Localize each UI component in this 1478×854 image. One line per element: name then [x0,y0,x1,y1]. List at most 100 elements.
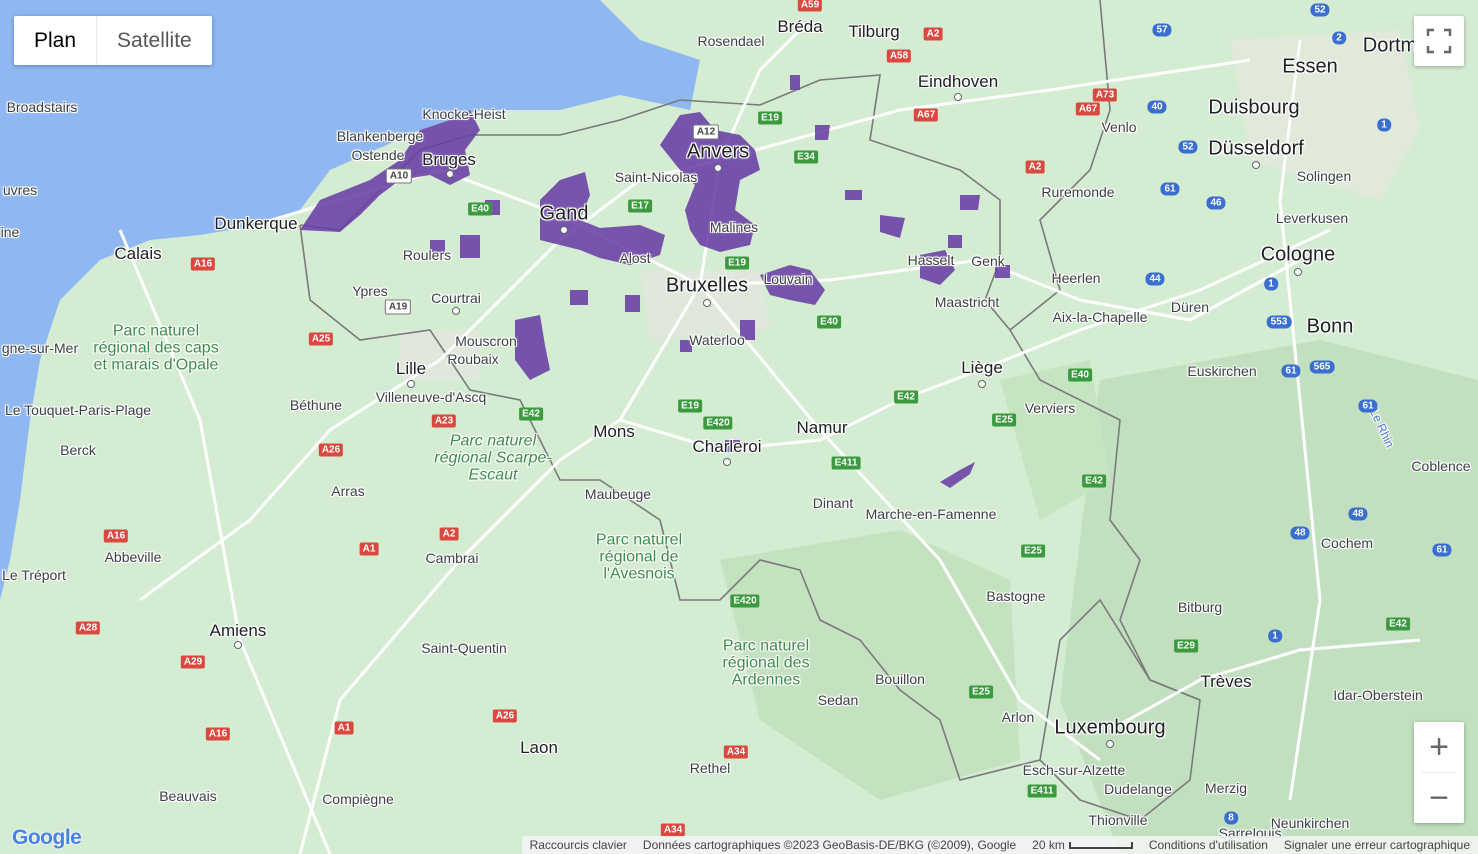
city-label: Heerlen [1051,270,1101,286]
city-label: Eindhoven [917,72,999,91]
road-shield: A25 [308,332,334,346]
city-label: Villeneuve-d'Ascq [375,389,487,405]
map-data-attribution: Données cartographiques ©2023 GeoBasis-D… [642,838,1017,852]
report-error-link[interactable]: Signaler une erreur cartographique [1276,836,1478,854]
road-shield: 57 [1152,23,1172,37]
city-label: Marche-en-Famenne [865,506,997,522]
road-shield: A29 [180,655,206,669]
road-shield: A16 [190,257,216,271]
road-shield: E19 [725,256,749,270]
city-label: Sedan [817,692,859,708]
zoom-control: + − [1414,722,1464,823]
fullscreen-button[interactable] [1414,16,1464,66]
city-label: Gand [539,202,589,225]
road-shield: A58 [886,49,912,63]
city-label: Thionville [1088,812,1148,828]
city-dot [1252,161,1260,169]
city-label: Broadstairs [6,99,78,115]
city-dot [560,226,568,234]
terms-link[interactable]: Conditions d'utilisation [1141,836,1276,854]
city-label: Düsseldorf [1208,137,1304,160]
road-shield: 565 [1309,360,1335,374]
city-label: Bréda [777,17,823,36]
road-shield: A16 [103,529,129,543]
coverage-area [960,195,980,210]
road-shield: A73 [1092,88,1118,102]
city-label: Anvers [686,140,750,163]
city-label: Dinant [812,495,854,511]
map-type-plan-button[interactable]: Plan [14,16,98,65]
city-label: Aix-la-Chapelle [1052,309,1148,325]
city-label: Luxembourg [1054,716,1166,739]
city-dot [407,380,415,388]
road-shield: A67 [913,108,939,122]
city-label: Rethel [689,760,731,776]
map-canvas[interactable] [0,0,1478,854]
city-label: Dudelange [1104,781,1172,797]
road-shield: E42 [519,407,543,421]
scale-bar[interactable]: 20 km [1024,836,1141,854]
road-shield: 61 [1160,182,1180,196]
city-label: Roulers [402,247,452,263]
city-label: Verviers [1024,400,1076,416]
road-shield: E420 [703,416,733,430]
city-label: Malines [709,219,759,235]
city-label: Maubeuge [584,486,652,502]
road-shield: E420 [730,594,760,608]
road-shield: 61 [1358,399,1378,413]
coverage-area [845,190,862,200]
road-shield: 8 [1224,811,1238,825]
city-label: Saint-Quentin [421,640,507,656]
city-label: Louvain [763,271,813,287]
map-type-control: Plan Satellite [14,16,212,65]
city-label: Arlon [1001,709,1035,725]
coverage-area [948,235,962,248]
city-label: Dortm [1362,34,1418,57]
road-shield: 1 [1268,629,1282,643]
capital-dot [703,299,711,307]
city-label: Mouscron [455,333,517,349]
city-label: Saint-Nicolas [614,169,698,185]
city-label: Bruges [422,150,476,169]
park-label: Parc naturel régional de l'Avesnois [595,531,683,583]
road-shield: E40 [1068,368,1092,382]
city-label: Knocke-Heist [422,106,506,122]
city-label: Venlo [1101,119,1137,135]
zoom-in-button[interactable]: + [1414,722,1464,772]
city-label: Bouillon [875,671,925,687]
coverage-area [460,235,480,258]
city-label: Roubaix [447,351,499,367]
plus-icon: + [1429,728,1449,766]
city-label: Arras [331,483,365,499]
city-label: Alost [619,250,651,266]
road-shield: A2 [923,27,943,41]
road-shield: E19 [678,399,702,413]
road-shield: E34 [794,150,818,164]
map-footer: Raccourcis clavier Données cartographiqu… [521,836,1478,854]
city-label: Calais [114,244,162,263]
minus-icon: − [1429,779,1449,817]
road-shield: E42 [1386,617,1410,631]
city-label: Cologne [1260,243,1336,266]
city-dot [234,641,242,649]
google-logo[interactable]: Google [12,826,82,850]
city-label: Le Tréport [2,567,66,583]
city-label: Compiègne [322,791,394,807]
google-logo-text: Google [12,826,82,849]
road-shield: E411 [831,456,861,470]
zoom-out-button[interactable]: − [1414,773,1464,823]
city-label: Bruxelles [665,274,749,297]
road-shield: E25 [969,685,993,699]
road-shield: 553 [1266,315,1292,329]
road-shield: A2 [439,527,459,541]
city-label: Bastogne [986,588,1046,604]
road-shield: 61 [1281,364,1301,378]
road-shield: 1 [1264,277,1278,291]
road-shield: 40 [1147,100,1167,114]
road-shield: E19 [758,111,782,125]
map-type-satellite-button[interactable]: Satellite [97,16,212,65]
city-label: Le Touquet-Paris-Plage [4,402,152,418]
road-shield: A12 [692,124,720,140]
road-shield: 52 [1310,3,1330,17]
keyboard-shortcuts-link[interactable]: Raccourcis clavier [522,836,635,854]
